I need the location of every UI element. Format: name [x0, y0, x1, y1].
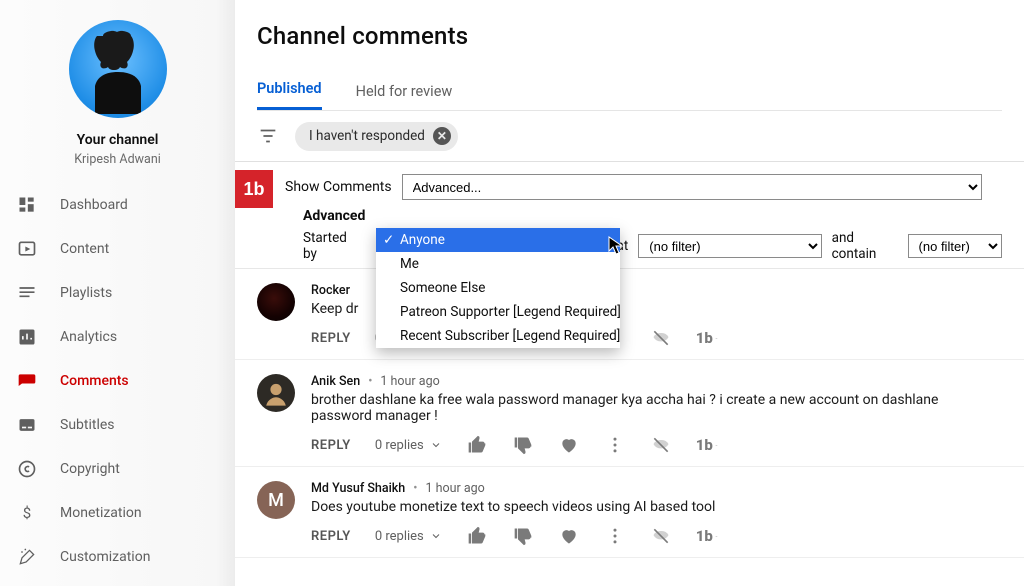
- sidebar-item-comments[interactable]: Comments: [0, 359, 235, 403]
- sidebar-item-copyright[interactable]: Copyright: [0, 447, 235, 491]
- tubebuddy-logo-icon: 1b: [235, 170, 273, 208]
- tubebuddy-action-icon[interactable]: 1b: [696, 434, 718, 456]
- comments-list: Rocker Keep dr REPLY 0 replies 1b: [235, 268, 1024, 558]
- commenter-avatar[interactable]: [257, 283, 295, 321]
- separator-dot: •: [368, 374, 372, 389]
- comment-row: M Md Yusuf Shaikh • 1 hour ago Does yout…: [235, 467, 1024, 558]
- copyright-icon: [16, 458, 38, 480]
- reply-button[interactable]: REPLY: [311, 438, 351, 453]
- more-icon[interactable]: [604, 434, 626, 456]
- show-comments-select[interactable]: Advanced...: [402, 174, 982, 200]
- heart-icon[interactable]: [558, 525, 580, 547]
- sidebar-item-label: Copyright: [60, 461, 120, 477]
- content-icon: [16, 238, 38, 260]
- sidebar-item-label: Subtitles: [60, 417, 115, 433]
- dropdown-option-patreon[interactable]: Patreon Supporter [Legend Required]: [376, 300, 620, 324]
- sidebar-item-playlists[interactable]: Playlists: [0, 271, 235, 315]
- comment-author[interactable]: Md Yusuf Shaikh: [311, 481, 405, 496]
- sidebar-nav: Dashboard Content Playlists Analytics Co…: [0, 183, 235, 579]
- tubebuddy-action-icon[interactable]: 1b: [696, 525, 718, 547]
- dropdown-option-recent-sub[interactable]: Recent Subscriber [Legend Required]: [376, 324, 620, 348]
- replies-toggle[interactable]: 0 replies: [375, 438, 442, 453]
- tab-published[interactable]: Published: [257, 80, 322, 110]
- svg-text:$: $: [23, 504, 31, 522]
- sidebar-item-analytics[interactable]: Analytics: [0, 315, 235, 359]
- sidebar-item-label: Analytics: [60, 329, 117, 345]
- tab-held-for-review[interactable]: Held for review: [356, 83, 453, 110]
- main-content: Channel comments Published Held for revi…: [235, 0, 1024, 586]
- your-channel-label: Your channel: [77, 132, 159, 148]
- dropdown-option-someone-else[interactable]: Someone Else: [376, 276, 620, 300]
- dashboard-icon: [16, 194, 38, 216]
- separator-dot: •: [413, 481, 417, 496]
- hide-icon[interactable]: [650, 327, 672, 349]
- sidebar-item-label: Monetization: [60, 505, 142, 521]
- dislike-icon[interactable]: [512, 434, 534, 456]
- monetization-icon: $: [16, 502, 38, 524]
- comments-icon: [16, 370, 38, 392]
- sidebar-item-label: Content: [60, 241, 109, 257]
- like-icon[interactable]: [466, 434, 488, 456]
- dislike-icon[interactable]: [512, 525, 534, 547]
- dropdown-option-me[interactable]: Me: [376, 252, 620, 276]
- filter-that-select[interactable]: (no filter): [638, 234, 821, 258]
- hide-icon[interactable]: [650, 525, 672, 547]
- and-contain-label: and contain: [832, 230, 898, 262]
- commenter-avatar[interactable]: M: [257, 481, 295, 519]
- sidebar-item-label: Playlists: [60, 285, 112, 301]
- tubebuddy-panel: 1b Show Comments Advanced... Advanced St…: [235, 161, 1024, 268]
- sidebar-item-customization[interactable]: Customization: [0, 535, 235, 579]
- tab-bar: Published Held for review: [257, 80, 1002, 111]
- sidebar-item-label: Comments: [60, 373, 129, 389]
- sidebar-item-dashboard[interactable]: Dashboard: [0, 183, 235, 227]
- started-by-label: Started by: [303, 230, 360, 262]
- hide-icon[interactable]: [650, 434, 672, 456]
- comment-row: Anik Sen • 1 hour ago brother dashlane k…: [235, 360, 1024, 467]
- sidebar-item-subtitles[interactable]: Subtitles: [0, 403, 235, 447]
- replies-toggle[interactable]: 0 replies: [375, 529, 442, 544]
- comment-row: Rocker Keep dr REPLY 0 replies 1b: [235, 269, 1024, 360]
- heart-icon[interactable]: [558, 434, 580, 456]
- show-comments-label: Show Comments: [285, 179, 392, 195]
- like-icon[interactable]: [466, 525, 488, 547]
- comment-author[interactable]: Rocker: [311, 283, 350, 298]
- dropdown-option-anyone[interactable]: Anyone: [376, 228, 620, 252]
- filter-contain-select[interactable]: (no filter): [908, 234, 1002, 258]
- customization-icon: [16, 546, 38, 568]
- tubebuddy-action-icon[interactable]: 1b: [696, 327, 718, 349]
- more-icon[interactable]: [604, 525, 626, 547]
- comment-time: 1 hour ago: [425, 481, 484, 496]
- started-by-dropdown[interactable]: Anyone Me Someone Else Patreon Supporter…: [376, 228, 620, 348]
- filter-chip-label: I haven't responded: [309, 128, 425, 144]
- sidebar-item-content[interactable]: Content: [0, 227, 235, 271]
- comment-text: brother dashlane ka free wala password m…: [311, 392, 1002, 424]
- sidebar-item-label: Dashboard: [60, 197, 128, 213]
- channel-name: Kripesh Adwani: [74, 152, 161, 167]
- filter-chip[interactable]: I haven't responded ✕: [295, 122, 458, 151]
- sidebar-item-monetization[interactable]: $ Monetization: [0, 491, 235, 535]
- analytics-icon: [16, 326, 38, 348]
- subtitles-icon: [16, 414, 38, 436]
- channel-avatar[interactable]: [69, 20, 167, 118]
- reply-button[interactable]: REPLY: [311, 331, 351, 346]
- sidebar: Your channel Kripesh Adwani Dashboard Co…: [0, 0, 235, 586]
- commenter-avatar[interactable]: [257, 374, 295, 412]
- comment-time: 1 hour ago: [380, 374, 439, 389]
- page-title: Channel comments: [257, 22, 1024, 50]
- playlists-icon: [16, 282, 38, 304]
- comment-author[interactable]: Anik Sen: [311, 374, 360, 389]
- remove-chip-icon[interactable]: ✕: [433, 127, 451, 145]
- sidebar-item-label: Customization: [60, 549, 150, 565]
- advanced-label: Advanced: [303, 208, 1002, 224]
- filter-icon[interactable]: [257, 125, 279, 147]
- reply-button[interactable]: REPLY: [311, 529, 351, 544]
- comment-text: Does youtube monetize text to speech vid…: [311, 499, 1002, 515]
